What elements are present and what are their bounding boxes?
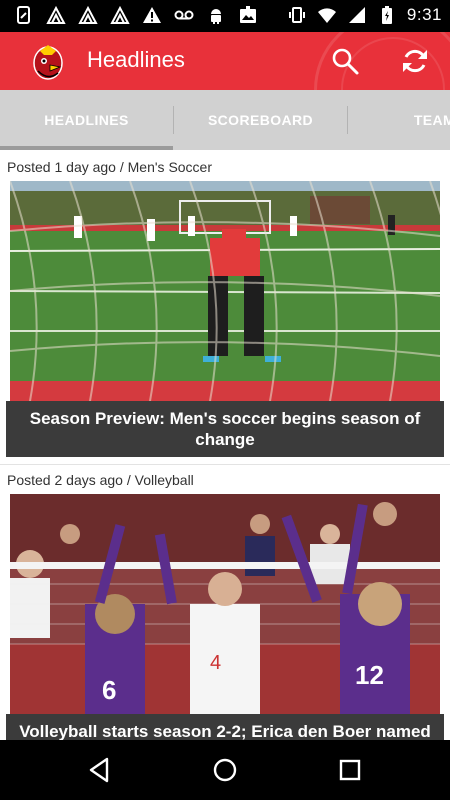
app-logo-icon bbox=[33, 45, 63, 80]
refresh-icon[interactable] bbox=[400, 46, 430, 76]
home-icon[interactable] bbox=[210, 755, 240, 785]
notification-icon bbox=[17, 6, 30, 24]
svg-text:4: 4 bbox=[210, 652, 221, 674]
back-icon[interactable] bbox=[85, 755, 115, 785]
triangle-icon bbox=[78, 5, 98, 24]
feed-divider bbox=[0, 464, 450, 465]
headline-caption[interactable]: Season Preview: Men's soccer begins seas… bbox=[6, 401, 444, 457]
triangle-icon bbox=[110, 5, 130, 24]
signal-icon bbox=[348, 7, 365, 23]
app-bar: Headlines bbox=[0, 32, 450, 90]
vibrate-icon bbox=[288, 7, 305, 23]
image-icon bbox=[240, 6, 256, 23]
voicemail-icon bbox=[174, 10, 194, 20]
page-title: Headlines bbox=[87, 47, 185, 72]
soccer-photo[interactable] bbox=[10, 181, 440, 401]
tab-team[interactable]: TEAM bbox=[348, 90, 450, 150]
tab-scoreboard[interactable]: SCOREBOARD bbox=[174, 90, 347, 150]
search-icon[interactable] bbox=[330, 46, 360, 76]
android-icon bbox=[211, 9, 221, 24]
status-bar: 9:31 bbox=[0, 0, 450, 32]
system-nav-bar bbox=[0, 740, 450, 800]
svg-text:6: 6 bbox=[102, 675, 116, 705]
battery-icon bbox=[381, 6, 392, 24]
svg-text:12: 12 bbox=[355, 660, 384, 690]
headline-caption[interactable]: Volleyball starts season 2-2; Erica den … bbox=[6, 714, 444, 740]
volleyball-photo[interactable]: 4 6 12 bbox=[10, 494, 440, 714]
post-meta: Posted 1 day ago / Men's Soccer bbox=[7, 159, 213, 175]
post-meta: Posted 2 days ago / Volleyball bbox=[7, 472, 194, 488]
wifi-icon bbox=[317, 8, 336, 23]
tab-headlines[interactable]: HEADLINES bbox=[0, 90, 173, 150]
warning-icon bbox=[143, 7, 161, 23]
headlines-feed[interactable]: Posted 1 day ago / Men's Soccer Season P… bbox=[0, 150, 450, 740]
clock: 9:31 bbox=[406, 5, 442, 24]
triangle-icon bbox=[46, 5, 66, 24]
recents-icon[interactable] bbox=[335, 755, 365, 785]
tab-bar: HEADLINES SCOREBOARD TEAM bbox=[0, 90, 450, 150]
